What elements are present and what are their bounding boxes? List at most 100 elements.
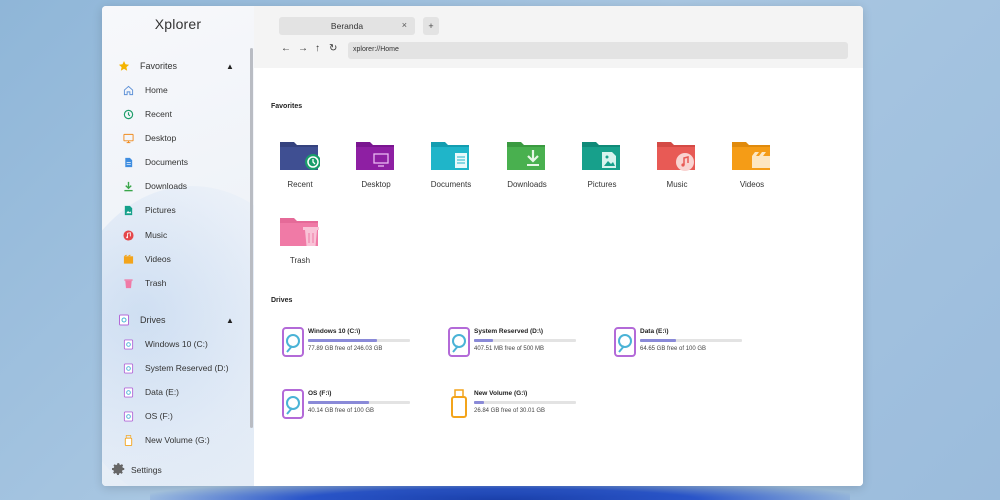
drive-name: Windows 10 (C:\) [308, 328, 361, 335]
documents-icon [123, 157, 134, 168]
sidebar-item-label: Recent [145, 109, 172, 119]
drive-icon [282, 389, 304, 419]
sidebar-item-videos[interactable]: Videos [102, 250, 247, 268]
sidebar-item-label: Downloads [145, 181, 188, 191]
folder-music[interactable]: Music [642, 138, 712, 200]
sidebar-item-pictures[interactable]: Pictures [102, 201, 247, 219]
folder-desktop[interactable]: Desktop [341, 138, 411, 200]
usb-drive-icon [451, 389, 467, 418]
star-icon [118, 60, 130, 72]
sidebar-item-documents[interactable]: Documents [102, 153, 247, 171]
sidebar-item-label: Home [145, 85, 168, 95]
recent-icon [123, 109, 134, 120]
drive-icon [123, 338, 134, 350]
drive-usage-fill [308, 339, 378, 342]
drive-usage-bar [640, 339, 742, 342]
folder-recent[interactable]: Recent [265, 138, 335, 200]
tab-beranda[interactable]: Beranda × [279, 17, 415, 35]
sidebar-item-label: System Reserved (D:) [145, 363, 229, 373]
desktop-icon [123, 133, 134, 144]
sidebar-item-label: Videos [145, 254, 171, 264]
desktop-folder-icon [356, 142, 394, 170]
refresh-button[interactable]: ↻ [329, 43, 337, 54]
collapse-caret-icon[interactable]: ▲ [226, 62, 234, 71]
sidebar-item-home[interactable]: Home [102, 81, 247, 99]
downloads-folder-icon [507, 142, 545, 170]
sidebar-section-favorites[interactable]: Favorites ▲ [102, 57, 242, 75]
folder-label: Music [666, 180, 688, 189]
folder-videos[interactable]: Videos [717, 138, 787, 200]
drive-name: Data (E:\) [640, 328, 669, 335]
drive-name: OS (F:\) [308, 390, 332, 397]
drive-tile-f[interactable]: OS (F:\) 40.14 GB free of 100 GB [282, 389, 432, 425]
videos-icon [123, 254, 134, 265]
sidebar-item-drive-e[interactable]: Data (E:) [102, 383, 247, 401]
drive-usage-fill [640, 339, 676, 342]
main-content: Favorites Recent Desktop Documents Downl… [254, 68, 863, 486]
sidebar-item-desktop[interactable]: Desktop [102, 129, 247, 147]
sidebar-section-label: Drives [140, 315, 166, 325]
drive-tile-d[interactable]: System Reserved (D:\) 407.51 MB free of … [448, 327, 598, 363]
drive-usage-bar [308, 401, 410, 404]
drive-free-space: 407.51 MB free of 500 MB [474, 346, 545, 352]
drive-usage-bar [308, 339, 410, 342]
sidebar-scrollbar[interactable] [250, 48, 253, 428]
sidebar-item-downloads[interactable]: Downloads [102, 177, 247, 195]
sidebar-item-label: Windows 10 (C:) [145, 339, 208, 349]
sidebar-item-drive-f[interactable]: OS (F:) [102, 407, 247, 425]
trash-folder-icon [280, 218, 319, 246]
recent-folder-icon [280, 142, 320, 170]
documents-folder-icon [431, 142, 469, 170]
drive-icon [118, 314, 130, 326]
close-tab-icon[interactable]: × [402, 20, 407, 30]
sidebar-item-label: Music [145, 230, 168, 240]
sidebar-item-drive-d[interactable]: System Reserved (D:) [102, 359, 247, 377]
folder-label: Pictures [587, 180, 617, 189]
drive-usage-fill [474, 401, 485, 404]
sidebar-item-music[interactable]: Music [102, 226, 247, 244]
settings-button[interactable]: Settings [102, 461, 242, 479]
music-icon [123, 229, 134, 241]
drives-section-title: Drives [271, 297, 293, 304]
sidebar-item-drive-c[interactable]: Windows 10 (C:) [102, 335, 247, 353]
videos-folder-icon [732, 142, 770, 170]
sidebar-item-label: Documents [145, 157, 188, 167]
drive-usage-bar [474, 401, 576, 404]
sidebar-item-recent[interactable]: Recent [102, 105, 247, 123]
sidebar-item-label: Data (E:) [145, 387, 180, 397]
sidebar-item-trash[interactable]: Trash [102, 274, 247, 292]
drive-tile-e[interactable]: Data (E:\) 64.65 GB free of 100 GB [614, 327, 764, 363]
drive-icon [448, 327, 470, 357]
up-button[interactable]: ↑ [315, 43, 320, 54]
sidebar-item-drive-g[interactable]: New Volume (G:) [102, 431, 247, 449]
drive-usage-fill [308, 401, 370, 404]
sidebar-section-drives[interactable]: Drives ▲ [102, 311, 242, 329]
tab-label: Beranda [330, 21, 364, 31]
sidebar-item-label: Desktop [145, 133, 177, 143]
folder-label: Recent [287, 180, 313, 189]
music-folder-icon [657, 142, 695, 171]
trash-icon [123, 278, 134, 289]
new-tab-button[interactable]: + [423, 17, 439, 35]
usb-drive-icon [123, 434, 134, 446]
folder-label: Documents [430, 180, 472, 189]
sidebar-section-label: Favorites [140, 61, 178, 71]
drive-tile-c[interactable]: Windows 10 (C:\) 77.89 GB free of 246.03… [282, 327, 432, 363]
back-button[interactable]: ← [281, 43, 291, 54]
drive-free-space: 64.65 GB free of 100 GB [640, 346, 707, 352]
collapse-caret-icon[interactable]: ▲ [226, 316, 234, 325]
address-bar[interactable]: xplorer://Home [348, 42, 848, 59]
sidebar-item-label: New Volume (G:) [145, 435, 210, 445]
folder-pictures[interactable]: Pictures [567, 138, 637, 200]
drive-usage-bar [474, 339, 576, 342]
folder-trash[interactable]: Trash [265, 214, 335, 276]
sidebar-item-label: Trash [145, 278, 167, 288]
pictures-icon [123, 205, 134, 216]
drive-tile-g[interactable]: New Volume (G:\) 26.84 GB free of 30.01 … [448, 389, 598, 425]
drive-free-space: 26.84 GB free of 30.01 GB [474, 408, 546, 414]
drive-icon [614, 327, 636, 357]
folder-downloads[interactable]: Downloads [492, 138, 562, 200]
folder-documents[interactable]: Documents [416, 138, 486, 200]
forward-button[interactable]: → [298, 43, 308, 54]
folder-label: Trash [289, 256, 311, 265]
